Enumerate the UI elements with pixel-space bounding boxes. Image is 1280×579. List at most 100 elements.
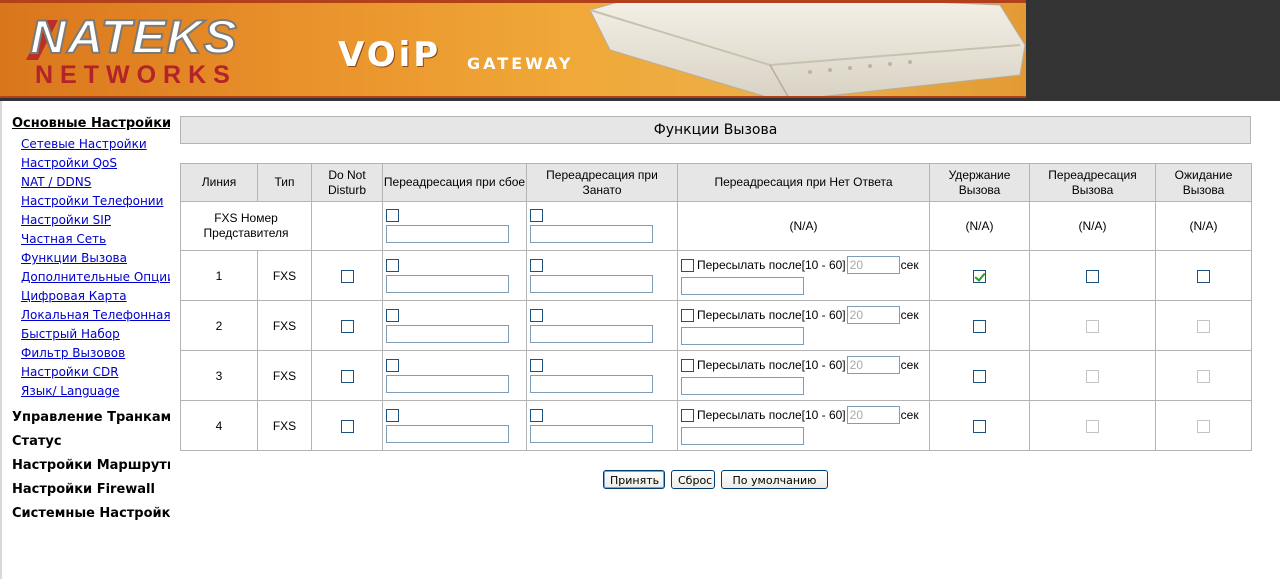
forward-failure-checkbox[interactable] xyxy=(386,408,399,422)
sidebar-item-digit-map[interactable]: Цифровая Карта xyxy=(2,287,170,306)
rep-hold-na: (N/A) xyxy=(929,201,1030,251)
forward-failure-input[interactable] xyxy=(386,324,509,343)
forward-noanswer-input[interactable] xyxy=(681,277,804,295)
forward-busy-checkbox[interactable] xyxy=(530,408,543,422)
sidebar-section-status[interactable]: Статус xyxy=(2,430,170,454)
forward-busy-checkbox[interactable] xyxy=(530,358,543,372)
rep-noanswer-na: (N/A) xyxy=(677,201,930,251)
forward-busy-checkbox[interactable] xyxy=(530,258,543,272)
line-type: FXS xyxy=(257,400,312,451)
sidebar-item-speed-dial[interactable]: Быстрый Набор xyxy=(2,325,170,344)
forward-failure-input[interactable] xyxy=(386,374,509,393)
rep-forward-failure-checkbox[interactable] xyxy=(386,209,399,222)
table-row: 4 FXS Пересылать после[10 - 60] сек xyxy=(180,400,1252,451)
call-hold-checkbox[interactable] xyxy=(973,419,986,433)
sidebar-section-basic[interactable]: Основные Настройки xyxy=(2,116,170,132)
call-waiting-checkbox xyxy=(1197,369,1210,383)
sidebar-item-nat-ddns[interactable]: NAT / DDNS xyxy=(2,173,170,192)
sidebar-item-call-features[interactable]: Функции Вызова xyxy=(2,249,170,268)
forward-failure-checkbox[interactable] xyxy=(386,308,399,322)
forward-failure-input[interactable] xyxy=(386,424,509,443)
seconds-unit: сек xyxy=(900,308,919,322)
sidebar-item-qos[interactable]: Настройки QoS xyxy=(2,154,170,173)
rep-waiting-na: (N/A) xyxy=(1155,201,1252,251)
table-header-row: Линия Тип Do Not Disturb Переадресация п… xyxy=(180,163,1252,202)
call-transfer-checkbox[interactable] xyxy=(1086,269,1099,283)
rep-forward-busy-input[interactable] xyxy=(530,225,653,243)
sidebar-item-network[interactable]: Сетевые Настройки xyxy=(2,135,170,154)
call-transfer-checkbox xyxy=(1086,419,1099,433)
gateway-device-image xyxy=(589,0,1026,98)
header-call-waiting: Ожидание Вызова xyxy=(1155,163,1252,202)
rep-line-label: FXS Номер Представителя xyxy=(180,201,312,251)
forward-seconds-input[interactable] xyxy=(846,306,900,324)
call-waiting-checkbox[interactable] xyxy=(1197,269,1210,283)
call-waiting-checkbox xyxy=(1197,419,1210,433)
reset-button[interactable]: Сброс xyxy=(671,470,715,489)
sidebar: Основные Настройки Сетевые Настройки Нас… xyxy=(2,101,170,579)
rep-forward-busy-checkbox[interactable] xyxy=(530,209,543,222)
call-waiting-checkbox xyxy=(1197,319,1210,333)
forward-after-label: Пересылать после[10 - 60] xyxy=(697,308,846,322)
banner-bottom-line xyxy=(0,96,1026,98)
dnd-checkbox[interactable] xyxy=(340,319,354,333)
forward-seconds-input[interactable] xyxy=(846,256,900,274)
forward-noanswer-input[interactable] xyxy=(681,327,804,345)
sidebar-section-trunks[interactable]: Управление Транкам xyxy=(2,406,170,430)
seconds-unit: сек xyxy=(900,358,919,372)
forward-noanswer-checkbox[interactable] xyxy=(681,308,694,322)
sidebar-item-cdr[interactable]: Настройки CDR xyxy=(2,363,170,382)
call-hold-checkbox[interactable] xyxy=(973,369,986,383)
forward-busy-input[interactable] xyxy=(530,274,653,293)
rep-dnd-empty xyxy=(311,201,383,251)
forward-busy-input[interactable] xyxy=(530,324,653,343)
sidebar-item-sip[interactable]: Настройки SIP xyxy=(2,211,170,230)
seconds-unit: сек xyxy=(900,258,919,272)
sidebar-item-advanced-options[interactable]: Дополнительные Опции xyxy=(2,268,170,287)
sidebar-item-language[interactable]: Язык/ Language xyxy=(2,382,170,401)
forward-after-label: Пересылать после[10 - 60] xyxy=(697,358,846,372)
call-transfer-checkbox xyxy=(1086,319,1099,333)
forward-seconds-input[interactable] xyxy=(846,356,900,374)
sidebar-item-call-filter[interactable]: Фильтр Вызовов xyxy=(2,344,170,363)
call-features-table: Линия Тип Do Not Disturb Переадресация п… xyxy=(180,163,1252,451)
line-type: FXS xyxy=(257,350,312,401)
banner-top-line xyxy=(0,0,1026,3)
line-type: FXS xyxy=(257,250,312,301)
seconds-unit: сек xyxy=(900,408,919,422)
sidebar-item-local-phonebook[interactable]: Локальная Телефонная К xyxy=(2,306,170,325)
forward-failure-input[interactable] xyxy=(386,274,509,293)
forward-busy-checkbox[interactable] xyxy=(530,308,543,322)
forward-noanswer-checkbox[interactable] xyxy=(681,408,694,422)
forward-after-label: Пересылать после[10 - 60] xyxy=(697,258,846,272)
forward-seconds-input[interactable] xyxy=(846,406,900,424)
forward-noanswer-checkbox[interactable] xyxy=(681,258,694,272)
sidebar-item-telephony[interactable]: Настройки Телефонии xyxy=(2,192,170,211)
rep-forward-failure-input[interactable] xyxy=(386,225,509,243)
forward-failure-checkbox[interactable] xyxy=(386,258,399,272)
table-row: 1 FXS Пересылать после[10 - 60] сек xyxy=(180,250,1252,301)
forward-busy-input[interactable] xyxy=(530,374,653,393)
header-line: Линия xyxy=(180,163,258,202)
forward-noanswer-input[interactable] xyxy=(681,427,804,445)
forward-busy-input[interactable] xyxy=(530,424,653,443)
header-forward-noanswer: Переадресация при Нет Ответа xyxy=(677,163,930,202)
call-hold-checkbox[interactable] xyxy=(973,269,986,283)
forward-noanswer-input[interactable] xyxy=(681,377,804,395)
call-hold-checkbox[interactable] xyxy=(973,319,986,333)
forward-failure-checkbox[interactable] xyxy=(386,358,399,372)
dnd-checkbox[interactable] xyxy=(340,369,354,383)
header-call-hold: Удержание Вызова xyxy=(929,163,1030,202)
line-type: FXS xyxy=(257,300,312,351)
rep-transfer-na: (N/A) xyxy=(1029,201,1156,251)
forward-noanswer-checkbox[interactable] xyxy=(681,358,694,372)
apply-button[interactable]: Принять xyxy=(603,470,665,489)
dnd-checkbox[interactable] xyxy=(340,419,354,433)
sidebar-item-private-network[interactable]: Частная Сеть xyxy=(2,230,170,249)
sidebar-section-system[interactable]: Системные Настройк xyxy=(2,502,170,526)
page-title: Функции Вызова xyxy=(180,116,1251,144)
product-voip: VOiP xyxy=(338,35,442,75)
dnd-checkbox[interactable] xyxy=(340,269,354,283)
defaults-button[interactable]: По умолчанию xyxy=(721,470,828,489)
line-number: 4 xyxy=(180,400,258,451)
